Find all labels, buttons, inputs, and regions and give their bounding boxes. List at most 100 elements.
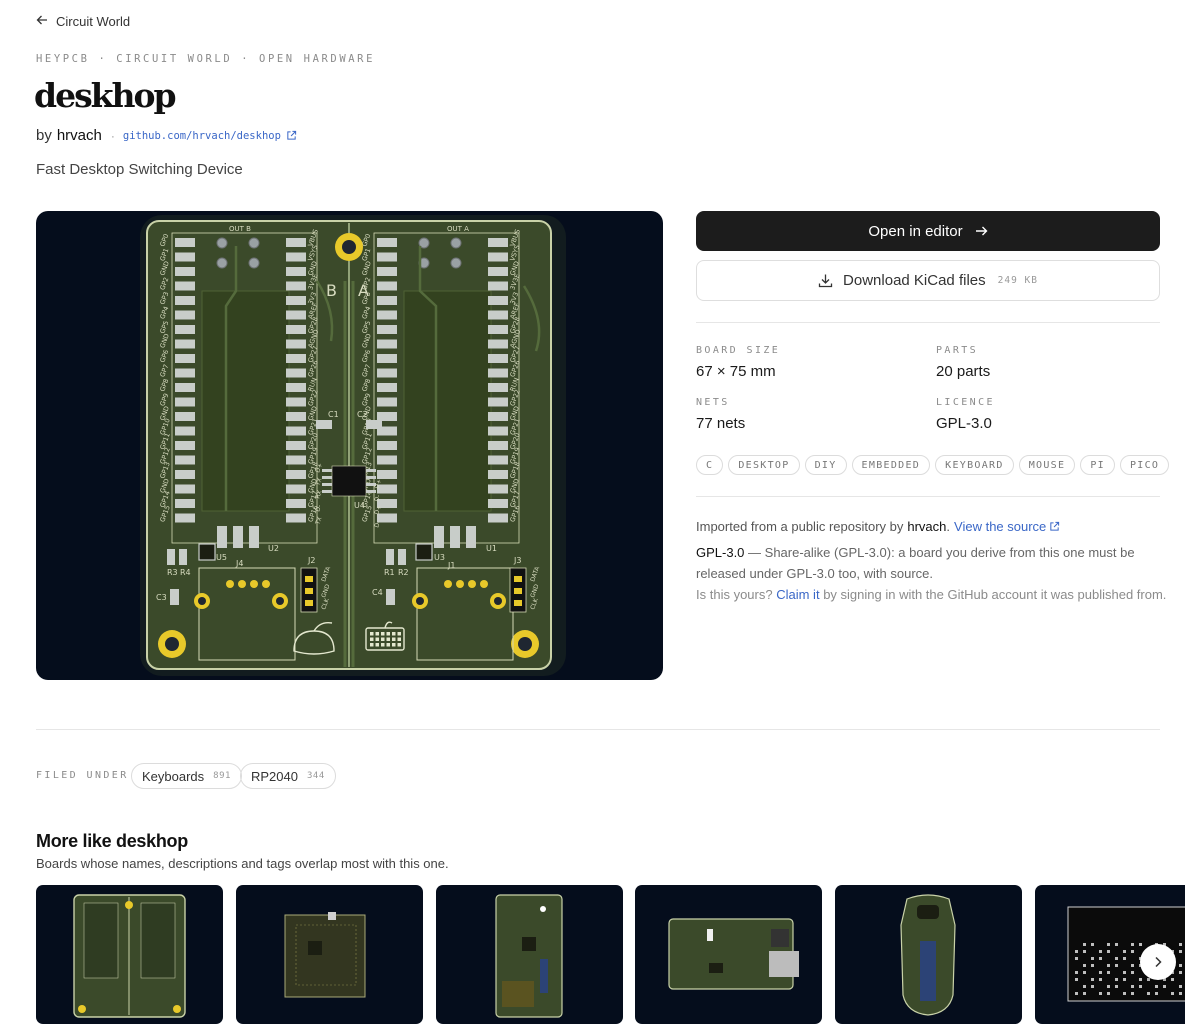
related-board-card[interactable]	[436, 885, 623, 1024]
related-board-thumbnail	[668, 918, 799, 990]
via-pad	[248, 257, 260, 269]
category-chip-rp2040[interactable]: RP2040 344	[240, 763, 336, 789]
resistor	[179, 549, 187, 565]
header-pin	[514, 576, 522, 582]
author-link[interactable]: hrvach	[57, 127, 102, 144]
regulator-pad	[450, 526, 460, 548]
chip-package	[415, 543, 433, 561]
tag-keyboard[interactable]: KEYBOARD	[935, 455, 1014, 475]
tag-desktop[interactable]: DESKTOP	[728, 455, 800, 475]
related-board-card[interactable]	[36, 885, 223, 1024]
divider	[696, 322, 1160, 323]
pico-pad	[488, 426, 508, 436]
pico-pad	[377, 368, 397, 378]
pico-pad	[175, 252, 195, 262]
pico-pad	[286, 441, 306, 450]
carousel-next-button[interactable]	[1140, 944, 1176, 980]
download-size: 249 KB	[997, 275, 1038, 286]
keyboard-key	[375, 632, 379, 636]
pico-pad	[286, 267, 306, 276]
label-c1: C1	[328, 410, 339, 419]
thumbnail-pad	[1115, 957, 1118, 960]
via-pad	[450, 237, 462, 249]
pico-pad	[377, 383, 397, 392]
pico-pad	[488, 383, 508, 392]
back-link[interactable]: Circuit World	[36, 13, 130, 29]
label-a: A	[358, 281, 369, 300]
thumbnail-pad	[1179, 950, 1182, 953]
pico-pad	[175, 441, 195, 450]
keyboard-key	[370, 643, 374, 647]
pcb-render[interactable]: GP0 VBUS GP1 VSYS GND GND GP2 3V3E GP3 3V3 GP4 AREF…	[36, 211, 663, 680]
thumbnail-pad	[1115, 943, 1118, 946]
tag-c[interactable]: C	[696, 455, 724, 475]
thumbnail-pad	[1171, 978, 1174, 981]
download-kicad-button[interactable]: Download KiCad files 249 KB	[696, 260, 1160, 301]
label-u4: U4	[354, 501, 365, 510]
import-author[interactable]: hrvach	[907, 519, 946, 534]
label-r4: R4	[180, 568, 191, 577]
pico-pad	[377, 339, 397, 349]
category-chip-keyboards[interactable]: Keyboards 891	[131, 763, 242, 789]
tag-diy[interactable]: DIY	[804, 455, 847, 475]
thumbnail-pad	[1099, 992, 1102, 995]
pico-pad	[488, 339, 508, 349]
thumbnail-pad	[1083, 943, 1086, 946]
pico-pad	[286, 339, 306, 349]
chip-pin	[322, 483, 332, 486]
keyboard-key	[370, 632, 374, 636]
thumbnail-pad	[1075, 992, 1078, 995]
arrow-right-icon	[975, 226, 988, 236]
connector-shield-drill	[276, 597, 284, 605]
related-board-card[interactable]	[635, 885, 822, 1024]
open-in-editor-button[interactable]: Open in editor	[696, 211, 1160, 251]
thumbnail-pad	[1123, 978, 1126, 981]
repo-link[interactable]: github.com/hrvach/deskhop	[123, 130, 297, 142]
pico-pad	[286, 296, 306, 305]
pico-pad	[488, 281, 508, 291]
pico-pad	[488, 455, 508, 465]
open-in-editor-label: Open in editor	[868, 222, 963, 240]
connector-shield-drill	[198, 597, 206, 605]
chip-u4	[331, 465, 367, 497]
pico-pad	[175, 296, 195, 305]
label-j2: J2	[307, 556, 315, 565]
pico-pad	[377, 238, 397, 247]
mounting-hole-drill	[518, 637, 532, 651]
tag-pi[interactable]: PI	[1080, 455, 1115, 475]
regulator-pad	[466, 526, 476, 548]
filed-under-label: FILED UNDER	[36, 770, 129, 781]
project-description: Fast Desktop Switching Device	[36, 161, 243, 178]
pico-pad	[377, 310, 397, 320]
related-board-thumbnail	[73, 894, 186, 1018]
external-link-icon	[1050, 521, 1060, 531]
keyboard-key	[392, 632, 396, 636]
tag-pico[interactable]: PICO	[1119, 455, 1170, 475]
keyboard-key	[386, 632, 390, 636]
related-board-card[interactable]	[236, 885, 423, 1024]
regulator-pad	[434, 526, 444, 548]
thumbnail-pad	[1123, 971, 1126, 974]
view-source-link[interactable]: View the source	[954, 519, 1060, 534]
tag-embedded[interactable]: EMBEDDED	[851, 455, 931, 475]
keyboard-key	[381, 637, 385, 641]
related-section-subtitle: Boards whose names, descriptions and tag…	[36, 856, 449, 871]
pico-pad	[175, 470, 195, 479]
claim-link[interactable]: Claim it	[776, 587, 819, 602]
pico-pad	[286, 368, 306, 378]
mounting-hole-drill	[342, 240, 356, 254]
pico-pad	[286, 383, 306, 392]
pico-pad	[488, 325, 508, 334]
related-board-card[interactable]	[835, 885, 1022, 1024]
thumbnail-pad	[1107, 943, 1110, 946]
pico-pad	[175, 383, 195, 392]
pico-pad	[286, 252, 306, 262]
capacitor-c4	[386, 589, 395, 605]
tag-mouse[interactable]: MOUSE	[1018, 455, 1076, 475]
capacitor-c2	[366, 420, 382, 429]
pico-pad	[286, 499, 306, 508]
thumbnail-pad	[1179, 985, 1182, 988]
licence-name: GPL-3.0	[696, 545, 745, 560]
pico-pad	[488, 354, 508, 363]
thumbnail-pad	[1075, 971, 1078, 974]
